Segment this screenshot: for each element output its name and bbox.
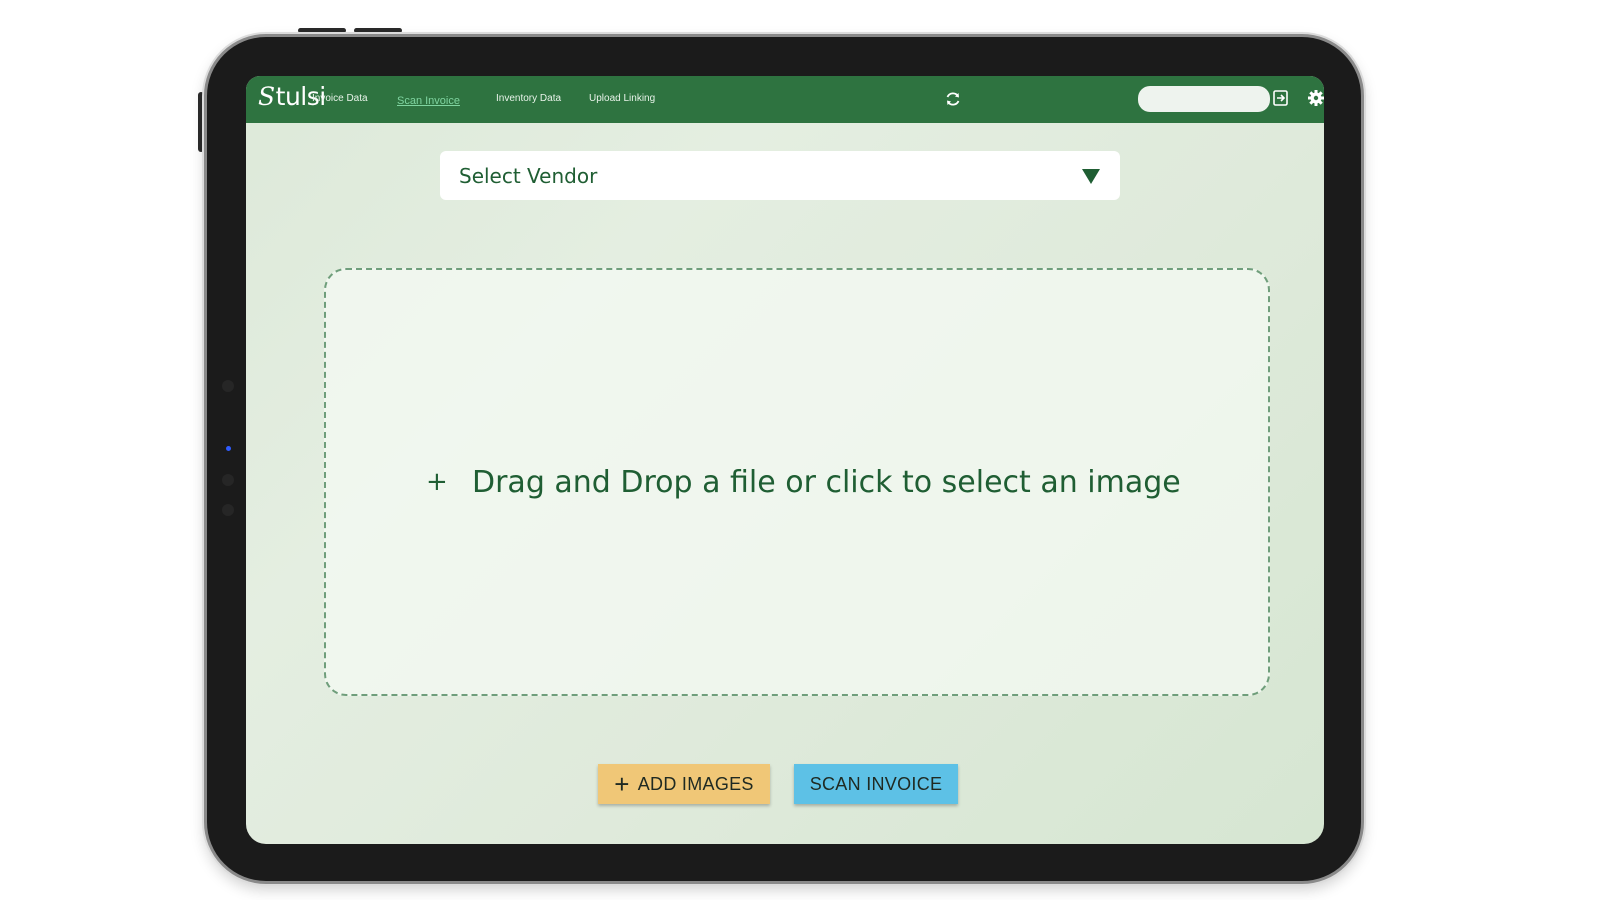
nav-upload-linking[interactable]: Upload Linking	[589, 93, 655, 104]
dropzone-text: Drag and Drop a file or click to select …	[472, 465, 1181, 500]
vendor-select[interactable]: Select Vendor	[440, 151, 1120, 200]
add-images-label: ADD IMAGES	[637, 773, 754, 794]
app-screen: Stulsi Invoice Data Scan Invoice Invento…	[246, 76, 1324, 844]
sensor-dot	[222, 474, 234, 486]
sensor-dot	[222, 504, 234, 516]
nav-inventory-data[interactable]: Inventory Data	[496, 93, 561, 104]
nav-scan-invoice[interactable]: Scan Invoice	[397, 95, 460, 107]
sensor-dot	[222, 380, 234, 392]
add-images-button[interactable]: + ADD IMAGES	[598, 764, 770, 804]
image-dropzone[interactable]: + Drag and Drop a file or click to selec…	[324, 268, 1270, 696]
nav-invoice-data[interactable]: Invoice Data	[312, 93, 368, 104]
vendor-select-label: Select Vendor	[459, 164, 598, 188]
logout-icon[interactable]	[1271, 88, 1291, 108]
settings-icon[interactable]	[1306, 88, 1324, 108]
plus-icon: +	[426, 467, 448, 497]
volume-button	[354, 28, 402, 33]
dropdown-arrow-icon	[1082, 169, 1100, 184]
logo-mark: S	[258, 82, 275, 111]
power-button	[298, 28, 346, 33]
plus-icon: +	[614, 769, 630, 799]
camera-dot	[226, 446, 231, 451]
search-input[interactable]	[1138, 86, 1270, 112]
top-navbar: Stulsi Invoice Data Scan Invoice Invento…	[246, 76, 1324, 123]
scan-invoice-button[interactable]: SCAN INVOICE	[794, 764, 958, 804]
refresh-icon[interactable]	[943, 89, 963, 109]
